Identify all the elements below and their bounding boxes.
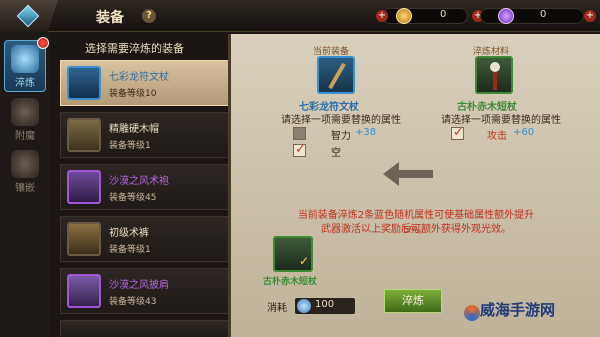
nav-label-enchant: 附魔: [15, 131, 35, 142]
item-level: 装备等级1: [109, 140, 151, 151]
item-name: 精雕硬木帽: [109, 123, 159, 135]
watermark-text: 威海手游网: [480, 301, 556, 319]
gem-icon: [498, 8, 514, 24]
info-line-2: 武器激活以上奖励后可额外获得外观光效。: [321, 224, 511, 235]
equipment-list-panel: 选择需要淬炼的装备 七彩龙符文杖 装备等级10 精雕硬木帽 装备等级1 沙漠之风…: [52, 34, 268, 337]
current-equipment-slot[interactable]: [317, 56, 355, 94]
item-name: 七彩龙符文杖: [109, 71, 169, 83]
inlay-icon: [11, 150, 39, 178]
top-bar: 装备 ? + 0 + 0 +: [0, 0, 600, 32]
helmet-icon: [67, 118, 101, 152]
nav-label-refine: 淬炼: [15, 78, 35, 89]
current-hint: 请选择一项需要替换的属性: [281, 115, 401, 126]
staff-icon: [328, 62, 346, 90]
skull-icon: [490, 62, 500, 72]
rod-icon: [493, 72, 497, 90]
item-level: 装备等级45: [109, 192, 157, 203]
material-hint: 请选择一项需要替换的属性: [441, 115, 561, 126]
gem-value: 0: [540, 9, 547, 20]
cost-label: 消耗: [267, 303, 287, 314]
page-title: 装备: [96, 10, 124, 26]
item-level: 装备等级1: [109, 244, 151, 255]
attr-checkbox-empty[interactable]: [293, 142, 306, 157]
help-icon[interactable]: ?: [142, 9, 156, 23]
notification-dot: [37, 37, 49, 49]
attr-checkbox-attack[interactable]: [451, 125, 464, 140]
robe-icon: [67, 170, 101, 204]
item-name: 沙漠之风披肩: [109, 279, 169, 291]
attr-name: 攻击: [487, 131, 507, 142]
list-header: 选择需要淬炼的装备: [85, 42, 184, 55]
staff-icon: [67, 66, 101, 100]
back-diamond-icon: [16, 4, 40, 28]
side-nav: 淬炼 附魔 镶嵌: [0, 32, 50, 337]
shoulder-icon: [67, 274, 101, 308]
gem-currency-box: [480, 8, 584, 24]
item-level: 装备等级10: [109, 88, 157, 99]
gold-value: 0: [440, 9, 447, 20]
material-slot[interactable]: [475, 56, 513, 94]
gold-currency-box: [382, 8, 468, 24]
attr-value: +38: [355, 127, 377, 138]
gold-coin-icon: [396, 8, 412, 24]
attr-value: +60: [513, 127, 535, 138]
item-name: 初级术裤: [109, 227, 149, 239]
site-logo-icon: [464, 305, 480, 321]
refine-button[interactable]: 淬炼: [384, 289, 442, 313]
attr-checkbox-int[interactable]: [293, 127, 306, 140]
refine-icon: [11, 45, 39, 73]
nav-label-inlay: 镶嵌: [15, 183, 35, 194]
nav-tab-enchant[interactable]: 附魔: [4, 94, 46, 146]
check-icon: ✓: [298, 254, 309, 268]
add-gem-button[interactable]: +: [584, 10, 596, 22]
refine-stone-icon: [297, 299, 311, 313]
preview-name: 古朴赤木短杖: [263, 277, 318, 287]
arrow-left-icon: [383, 162, 433, 186]
nav-tab-inlay[interactable]: 镶嵌: [4, 146, 46, 198]
preview-slot[interactable]: ✓: [273, 236, 313, 272]
item-level: 装备等级43: [109, 296, 157, 307]
refine-panel: 当前装备 七彩龙符文杖 请选择一项需要替换的属性 淬炼材料 古朴赤木短杖 请选择…: [228, 34, 600, 337]
attr-name: 智力: [331, 131, 351, 142]
add-gold-button[interactable]: +: [376, 10, 388, 22]
item-name: 沙漠之风术袍: [109, 175, 169, 187]
attr-name: 空: [331, 148, 341, 159]
pants-icon: [67, 222, 101, 256]
nav-tab-refine[interactable]: 淬炼: [4, 37, 49, 92]
back-button[interactable]: [0, 0, 58, 32]
enchant-icon: [11, 98, 39, 126]
cost-value: 100: [315, 299, 335, 310]
